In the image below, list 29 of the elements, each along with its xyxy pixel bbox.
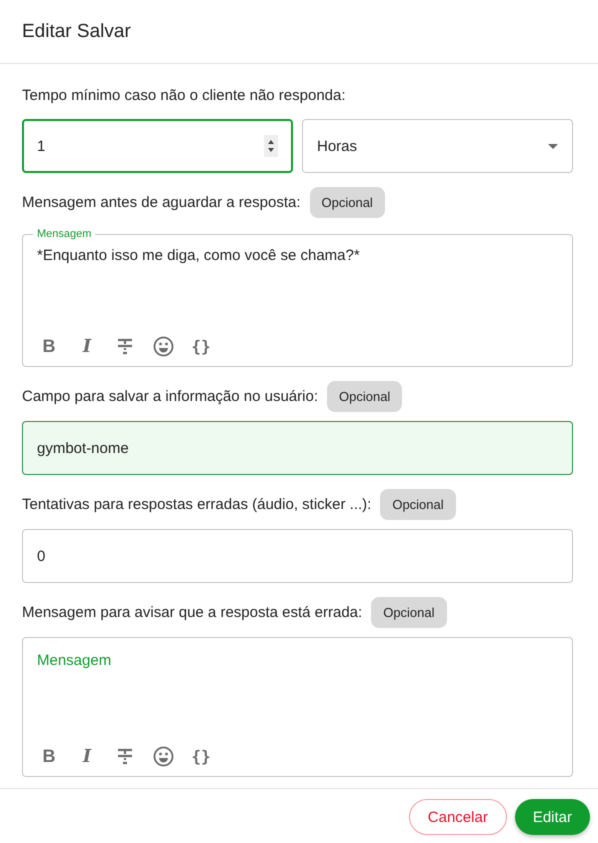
bold-button[interactable]: B	[37, 744, 61, 768]
number-field[interactable]: 1	[22, 119, 293, 173]
optional-badge: Opcional	[327, 381, 402, 412]
cancel-button[interactable]: Cancelar	[408, 799, 507, 835]
italic-button[interactable]: I	[75, 334, 99, 358]
field-label: Campo para salvar a informação no usuário:	[22, 388, 318, 405]
message-field[interactable]: Mensagem *Enquanto isso me diga, como você se chama?* B I {}	[22, 227, 573, 367]
field-label: Mensagem antes de aguardar a resposta:	[22, 194, 301, 211]
smiley-icon[interactable]	[151, 744, 175, 768]
message-field[interactable]: Mensagem B I {}	[22, 637, 573, 777]
bold-button[interactable]: B	[37, 334, 61, 358]
text-field[interactable]: 0	[22, 529, 573, 583]
optional-badge: Opcional	[310, 187, 385, 218]
variable-button[interactable]: {}	[189, 744, 213, 768]
unit-select[interactable]: Horas	[302, 119, 573, 173]
field-label: Tempo mínimo caso não o cliente não responda:	[22, 86, 346, 104]
variable-button[interactable]: {}	[189, 334, 213, 358]
optional-badge: Opcional	[371, 597, 447, 628]
dialog-title: Editar Salvar	[0, 0, 598, 64]
caret-icon	[548, 144, 558, 148]
field-label: Tentativas para respostas erradas (áudio, sticker ...):	[22, 496, 372, 513]
edit-button[interactable]: Editar	[514, 799, 590, 835]
text-field[interactable]: gymbot-nome	[22, 421, 573, 475]
italic-button[interactable]: I	[75, 744, 99, 768]
field-label: Mensagem para avisar que a resposta está errada:	[22, 604, 362, 621]
optional-badge: Opcional	[380, 489, 456, 520]
spinner-icon[interactable]	[264, 135, 278, 157]
smiley-icon[interactable]	[151, 334, 175, 358]
floating-label: Mensagem	[36, 227, 92, 241]
